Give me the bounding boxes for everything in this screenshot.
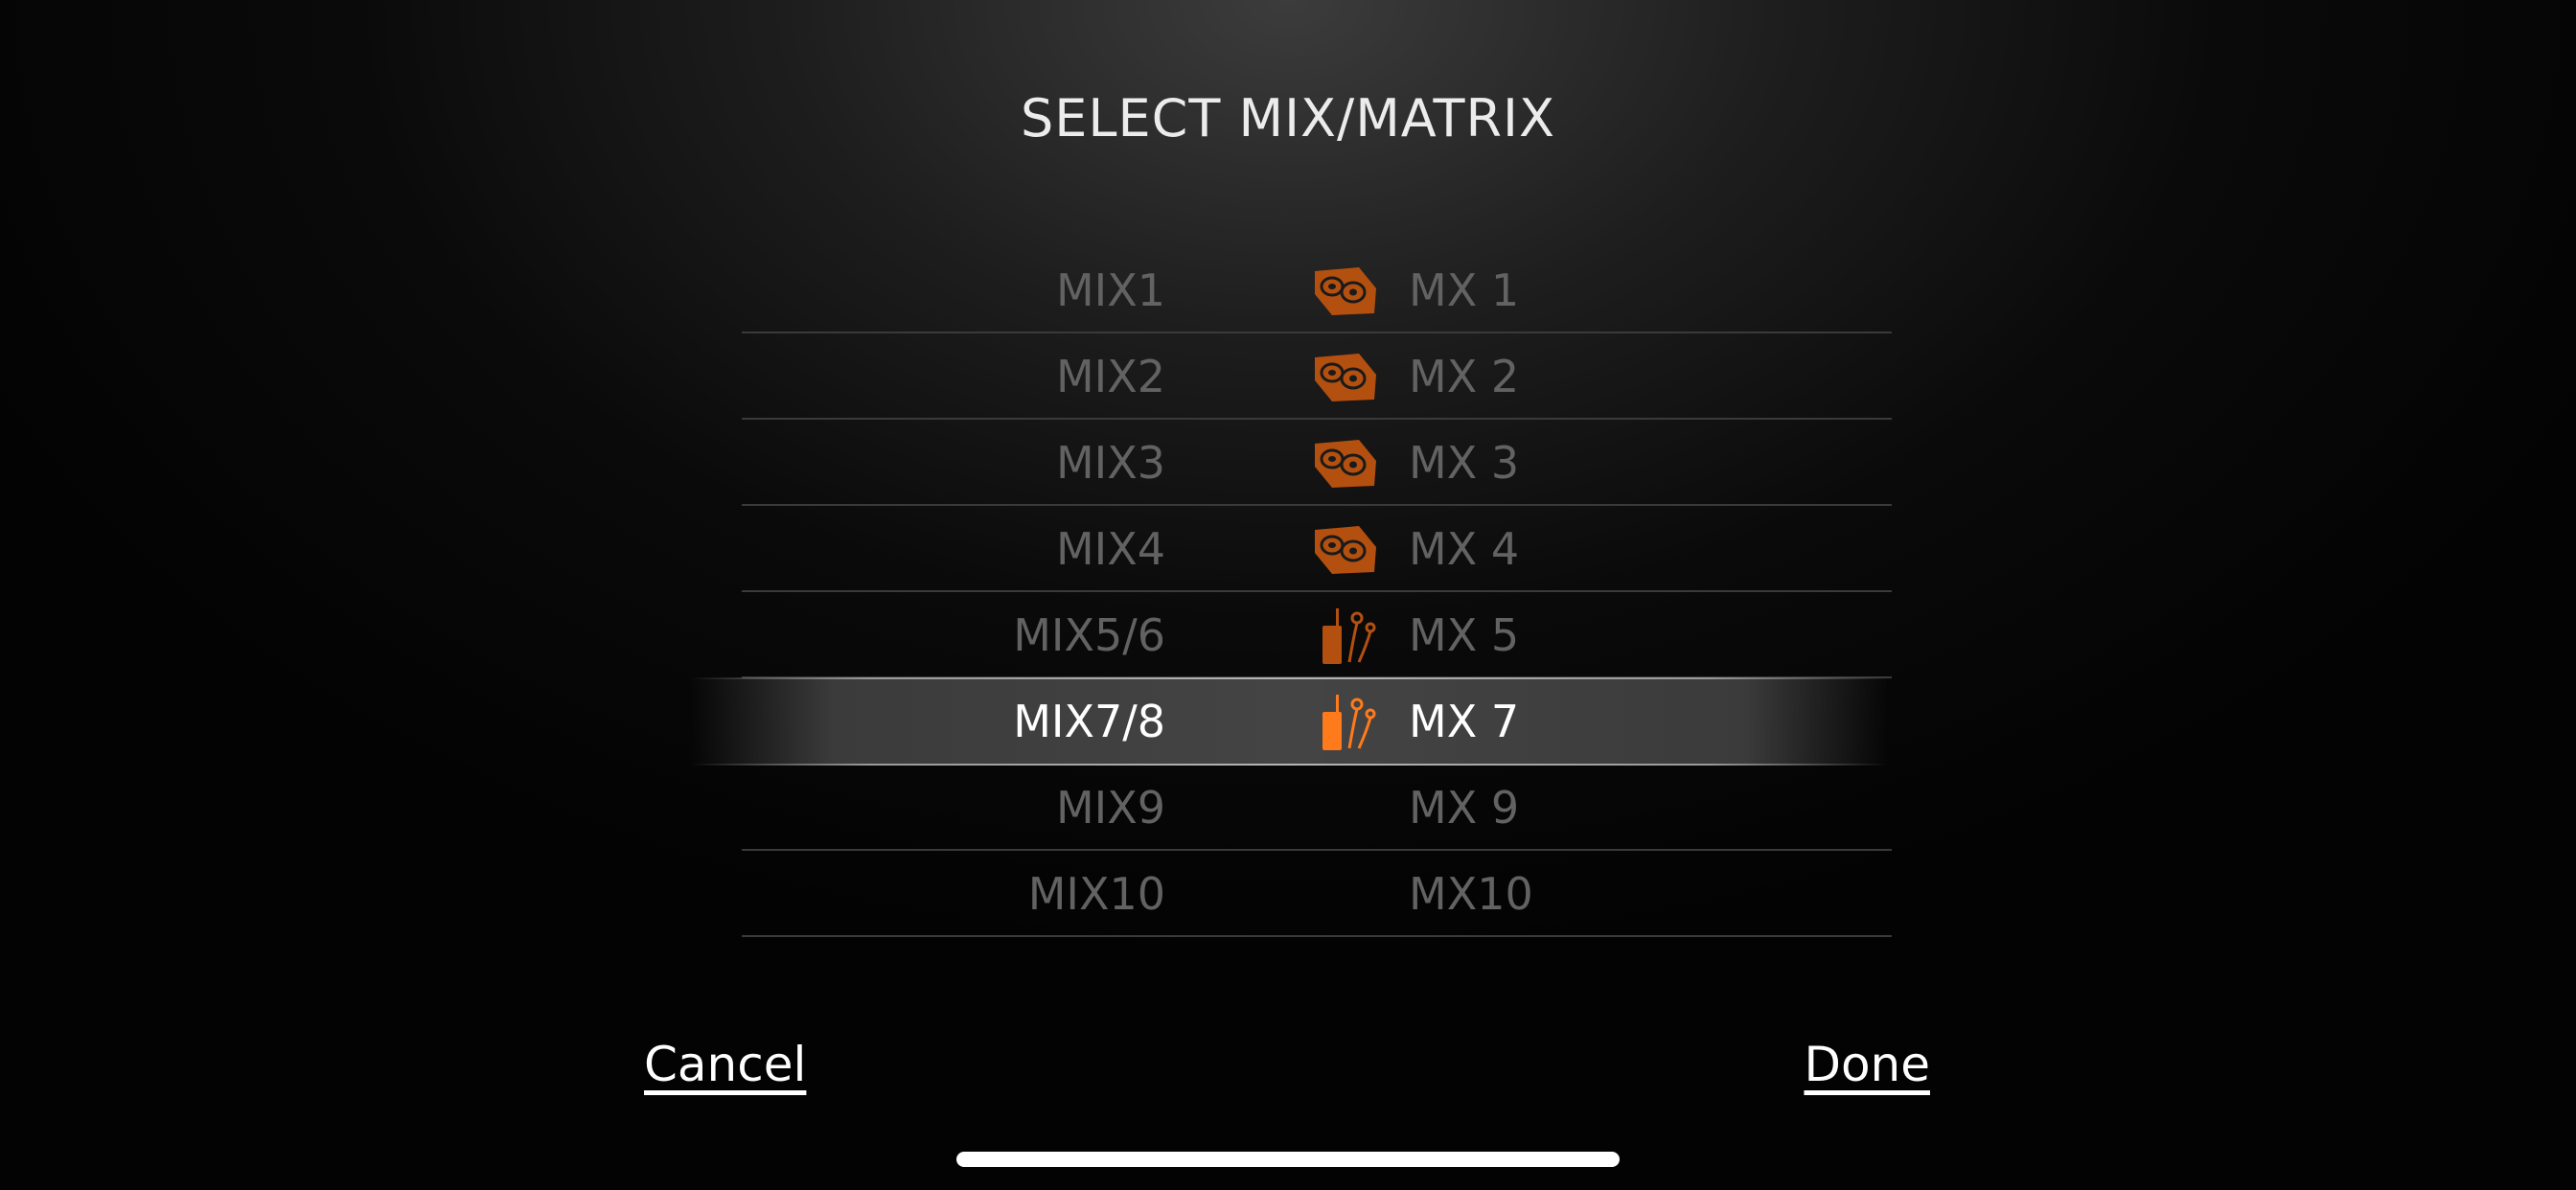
home-indicator[interactable]	[956, 1152, 1620, 1167]
matrix-label: MX 9	[1409, 782, 1520, 834]
matrix-label: MX 2	[1409, 351, 1520, 402]
mix-label: MIX7/8	[1013, 696, 1165, 747]
picker-row-mix9[interactable]: MIX9 MX 9	[0, 765, 2576, 851]
matrix-label: MX 3	[1409, 437, 1520, 489]
cancel-button[interactable]: Cancel	[644, 1037, 806, 1092]
selection-top-line	[690, 677, 1888, 679]
mix-label: MIX1	[1055, 264, 1165, 316]
picker-row-mix3[interactable]: MIX3 MX 3	[0, 420, 2576, 506]
row-divider	[742, 935, 1892, 937]
in-ear-monitor-icon	[1322, 608, 1376, 664]
mix-label: MIX5/6	[1013, 609, 1165, 661]
matrix-label: MX 7	[1409, 696, 1520, 747]
picker-row-mix2[interactable]: MIX2 MX 2	[0, 333, 2576, 420]
floor-monitor-icon	[1315, 354, 1376, 401]
matrix-label: MX 5	[1409, 609, 1520, 661]
picker-row-mix7-8-selected[interactable]: MIX7/8 MX 7	[0, 677, 2576, 766]
floor-monitor-icon	[1315, 440, 1376, 488]
matrix-label: MX 1	[1409, 264, 1520, 316]
mix-label: MIX4	[1055, 523, 1165, 575]
floor-monitor-icon	[1315, 526, 1376, 574]
in-ear-monitor-icon	[1322, 695, 1376, 750]
matrix-label: MX10	[1409, 868, 1533, 920]
page-title: SELECT MIX/MATRIX	[1021, 88, 1555, 149]
mix-label: MIX10	[1027, 868, 1165, 920]
mix-label: MIX3	[1055, 437, 1165, 489]
done-button[interactable]: Done	[1804, 1037, 1930, 1092]
picker-row-mix5-6[interactable]: MIX5/6 MX 5	[0, 592, 2576, 678]
picker-row-mix10[interactable]: MIX10 MX10	[0, 851, 2576, 937]
picker-row-mix4[interactable]: MIX4 MX 4	[0, 506, 2576, 592]
mix-label: MIX9	[1055, 782, 1165, 834]
mix-label: MIX2	[1055, 351, 1165, 402]
selection-highlight	[690, 678, 1888, 765]
picker-row-mix1[interactable]: MIX1 MX 1	[0, 247, 2576, 333]
mix-matrix-picker[interactable]: MIX1 MX 1 MIX2 MX 2 MIX3 MX 3 MIX4 MX 4 …	[0, 247, 2576, 939]
matrix-label: MX 4	[1409, 523, 1520, 575]
floor-monitor-icon	[1315, 267, 1376, 315]
